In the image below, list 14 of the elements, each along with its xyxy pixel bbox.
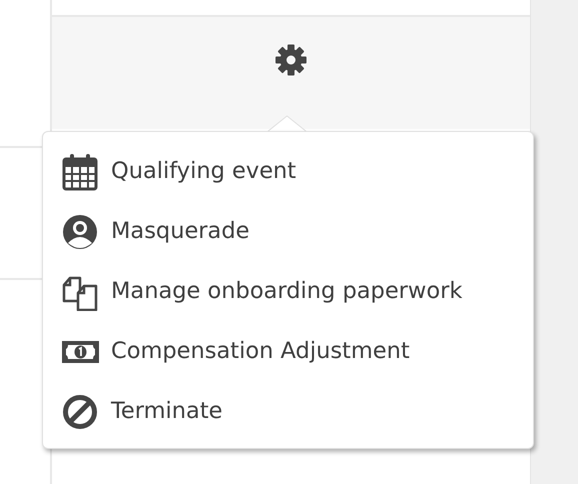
menu-item[interactable]: Compensation Adjustment: [61, 322, 533, 382]
calendar-icon: [61, 153, 99, 191]
menu-item[interactable]: Qualifying event: [61, 142, 533, 202]
menu-item[interactable]: Manage onboarding paperwork: [61, 262, 533, 322]
menu-item-label: Manage onboarding paperwork: [111, 277, 462, 306]
menu-item[interactable]: Masquerade: [61, 202, 533, 262]
settings-icon[interactable]: [274, 43, 308, 77]
menu-item-label: Compensation Adjustment: [111, 337, 410, 366]
menu-item-label: Masquerade: [111, 217, 250, 246]
ban-icon: [61, 393, 99, 431]
user-icon: [61, 213, 99, 251]
menu-item-label: Terminate: [111, 397, 223, 426]
menu-item[interactable]: Terminate: [61, 382, 533, 442]
menu-item-label: Qualifying event: [111, 157, 296, 186]
